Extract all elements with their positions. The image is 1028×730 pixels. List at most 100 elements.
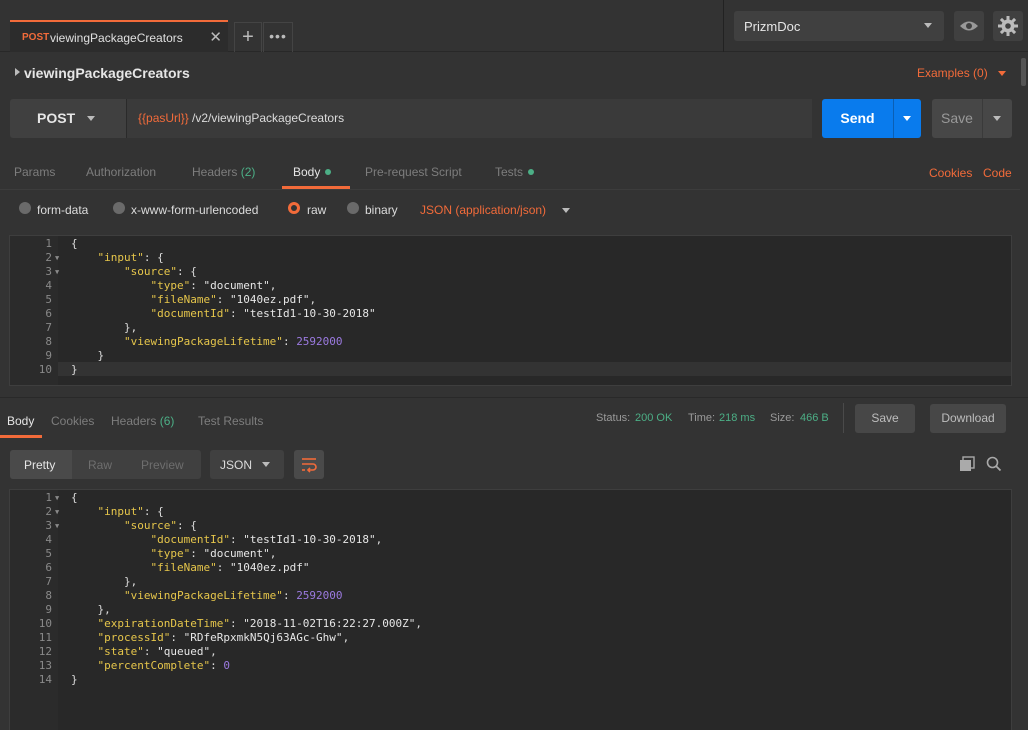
line-number: 5 bbox=[45, 293, 52, 306]
send-button[interactable]: Send bbox=[822, 99, 893, 138]
copy-button[interactable] bbox=[959, 456, 977, 475]
request-body-editor[interactable]: 1{2 ▼ "input": {3 ▼ "source": {4 "type": "… bbox=[9, 235, 1012, 386]
fold-toggle-icon[interactable]: ▼ bbox=[55, 268, 59, 276]
view-raw-button[interactable]: Raw bbox=[88, 458, 112, 472]
view-pretty-button[interactable]: Pretty bbox=[24, 458, 55, 472]
json-string: "queued" bbox=[157, 645, 211, 658]
code-text: : bbox=[170, 631, 184, 644]
json-number: 2592000 bbox=[296, 335, 343, 348]
chevron-down-icon bbox=[562, 208, 570, 213]
radio-form-data-label[interactable]: form-data bbox=[37, 203, 88, 217]
tab-authorization[interactable]: Authorization bbox=[86, 165, 156, 179]
line-number: 4 bbox=[45, 279, 52, 292]
code-text: : bbox=[229, 617, 244, 630]
radio-binary-label[interactable]: binary bbox=[365, 203, 398, 217]
new-tab-button[interactable]: + bbox=[234, 22, 262, 52]
close-icon[interactable]: ✕ bbox=[209, 28, 222, 46]
code-text: : bbox=[229, 533, 244, 546]
code-line: } bbox=[71, 349, 104, 363]
radio-form-data[interactable] bbox=[19, 202, 31, 214]
json-key: "input" bbox=[97, 251, 144, 264]
tab-body[interactable]: Body bbox=[293, 165, 332, 179]
radio-binary[interactable] bbox=[347, 202, 359, 214]
radio-urlencoded-label[interactable]: x-www-form-urlencoded bbox=[131, 203, 258, 217]
line-number: 4 bbox=[45, 533, 52, 546]
divider bbox=[843, 403, 844, 433]
environment-quick-look-button[interactable] bbox=[954, 11, 984, 41]
view-preview-button[interactable]: Preview bbox=[141, 458, 184, 472]
response-tab-headers[interactable]: Headers (6) bbox=[111, 414, 174, 428]
wrap-icon bbox=[302, 458, 317, 473]
json-key: "type" bbox=[150, 279, 191, 292]
chevron-down-icon bbox=[993, 116, 1001, 121]
code-text: : { bbox=[143, 505, 164, 518]
json-key: "state" bbox=[97, 645, 144, 658]
wrap-lines-button[interactable] bbox=[294, 450, 324, 479]
request-tab[interactable]: POST viewingPackageCreators ✕ bbox=[10, 20, 228, 52]
more-tabs-button[interactable]: ••• bbox=[263, 22, 293, 52]
expand-triangle-icon[interactable] bbox=[15, 68, 20, 76]
code-text: : bbox=[216, 293, 230, 306]
response-tab-body[interactable]: Body bbox=[7, 414, 34, 428]
line-number: 13 bbox=[38, 659, 52, 672]
scrollbar[interactable] bbox=[1021, 58, 1026, 86]
response-tab-headers-label: Headers bbox=[111, 414, 157, 428]
tab-tests-label: Tests bbox=[495, 165, 524, 179]
tab-params[interactable]: Params bbox=[14, 165, 55, 179]
save-button[interactable]: Save bbox=[932, 99, 982, 138]
json-key: "expirationDateTime" bbox=[97, 617, 230, 630]
tab-tests[interactable]: Tests bbox=[495, 165, 535, 179]
cookies-link[interactable]: Cookies bbox=[929, 166, 972, 180]
tab-headers[interactable]: Headers (2) bbox=[192, 165, 255, 179]
content-type-select[interactable]: JSON (application/json) bbox=[420, 203, 546, 217]
json-string: "document" bbox=[203, 279, 270, 292]
environment-select[interactable]: PrizmDoc bbox=[734, 11, 944, 41]
code-area bbox=[58, 490, 1011, 730]
url-input[interactable]: {{pasUrl}} /v2/viewingPackageCreators bbox=[126, 99, 812, 138]
code-line: "type": "document", bbox=[71, 547, 276, 561]
method-label: POST bbox=[37, 110, 76, 126]
response-tab-test-results[interactable]: Test Results bbox=[198, 414, 263, 428]
radio-raw[interactable] bbox=[288, 202, 300, 214]
line-number: 9 bbox=[45, 603, 52, 616]
save-options-button[interactable] bbox=[982, 99, 1012, 138]
code-text: : bbox=[229, 307, 244, 320]
environment-label: PrizmDoc bbox=[744, 19, 801, 34]
radio-urlencoded[interactable] bbox=[113, 202, 125, 214]
headers-count: (6) bbox=[159, 414, 175, 428]
search-button[interactable] bbox=[986, 456, 1002, 475]
status-dot bbox=[528, 169, 535, 175]
json-number: 2592000 bbox=[296, 589, 343, 602]
code-line: "type": "document", bbox=[71, 279, 276, 293]
fold-toggle-icon[interactable]: ▼ bbox=[55, 508, 59, 516]
settings-button[interactable] bbox=[993, 11, 1023, 41]
chevron-down-icon bbox=[903, 116, 911, 121]
code-line: { bbox=[71, 491, 78, 505]
response-format-select[interactable]: JSON bbox=[210, 450, 284, 479]
radio-raw-label[interactable]: raw bbox=[307, 203, 326, 217]
line-number: 9 bbox=[45, 349, 52, 362]
fold-toggle-icon[interactable]: ▼ bbox=[55, 254, 59, 262]
code-text: : { bbox=[143, 251, 164, 264]
code-link[interactable]: Code bbox=[983, 166, 1012, 180]
tab-method: POST bbox=[22, 32, 50, 43]
code-text: { bbox=[71, 491, 78, 504]
code-line: "documentId": "testId1-10-30-2018", bbox=[71, 533, 382, 547]
save-response-button[interactable]: Save bbox=[855, 404, 915, 433]
response-tab-cookies[interactable]: Cookies bbox=[51, 414, 94, 428]
request-name[interactable]: viewingPackageCreators bbox=[24, 65, 190, 81]
tab-prerequest-script[interactable]: Pre-request Script bbox=[365, 165, 462, 179]
method-select[interactable]: POST bbox=[10, 99, 126, 138]
code-text: , bbox=[375, 533, 383, 546]
send-options-button[interactable] bbox=[893, 99, 921, 138]
fold-toggle-icon[interactable]: ▼ bbox=[55, 494, 59, 502]
response-body-viewer[interactable]: 1 ▼{2 ▼ "input": {3 ▼ "source": {4 "documen… bbox=[9, 489, 1012, 730]
code-text: }, bbox=[71, 321, 138, 334]
fold-toggle-icon[interactable]: ▼ bbox=[55, 522, 59, 530]
tab-title: viewingPackageCreators bbox=[50, 31, 183, 45]
code-text: , bbox=[210, 645, 217, 658]
download-button[interactable]: Download bbox=[930, 404, 1006, 433]
examples-dropdown[interactable]: Examples (0) bbox=[917, 66, 988, 80]
